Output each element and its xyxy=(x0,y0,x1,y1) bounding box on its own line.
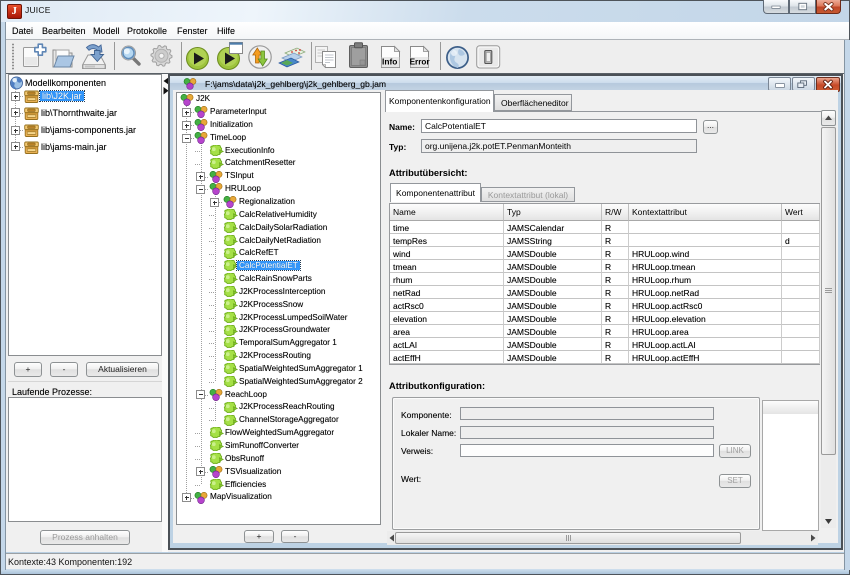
svg-text:Info: Info xyxy=(382,57,397,67)
svg-text:Error: Error xyxy=(410,58,431,67)
